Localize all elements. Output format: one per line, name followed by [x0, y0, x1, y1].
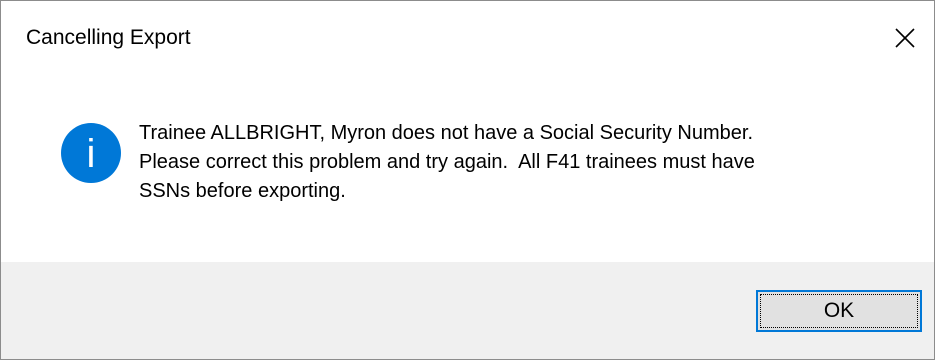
dialog-content: i Trainee ALLBRIGHT, Myron does not have… [1, 75, 934, 262]
message-dialog: Cancelling Export i Trainee ALLBRIGHT, M… [0, 0, 935, 360]
message-text: Trainee ALLBRIGHT, Myron does not have a… [139, 122, 755, 202]
button-bar: OK [1, 262, 934, 359]
close-button[interactable] [876, 1, 934, 75]
info-glyph: i [87, 132, 96, 176]
info-icon: i [59, 121, 123, 185]
dialog-title: Cancelling Export [26, 26, 191, 49]
close-icon [895, 28, 915, 48]
ok-button[interactable]: OK [756, 290, 922, 332]
title-bar[interactable]: Cancelling Export [1, 1, 934, 75]
